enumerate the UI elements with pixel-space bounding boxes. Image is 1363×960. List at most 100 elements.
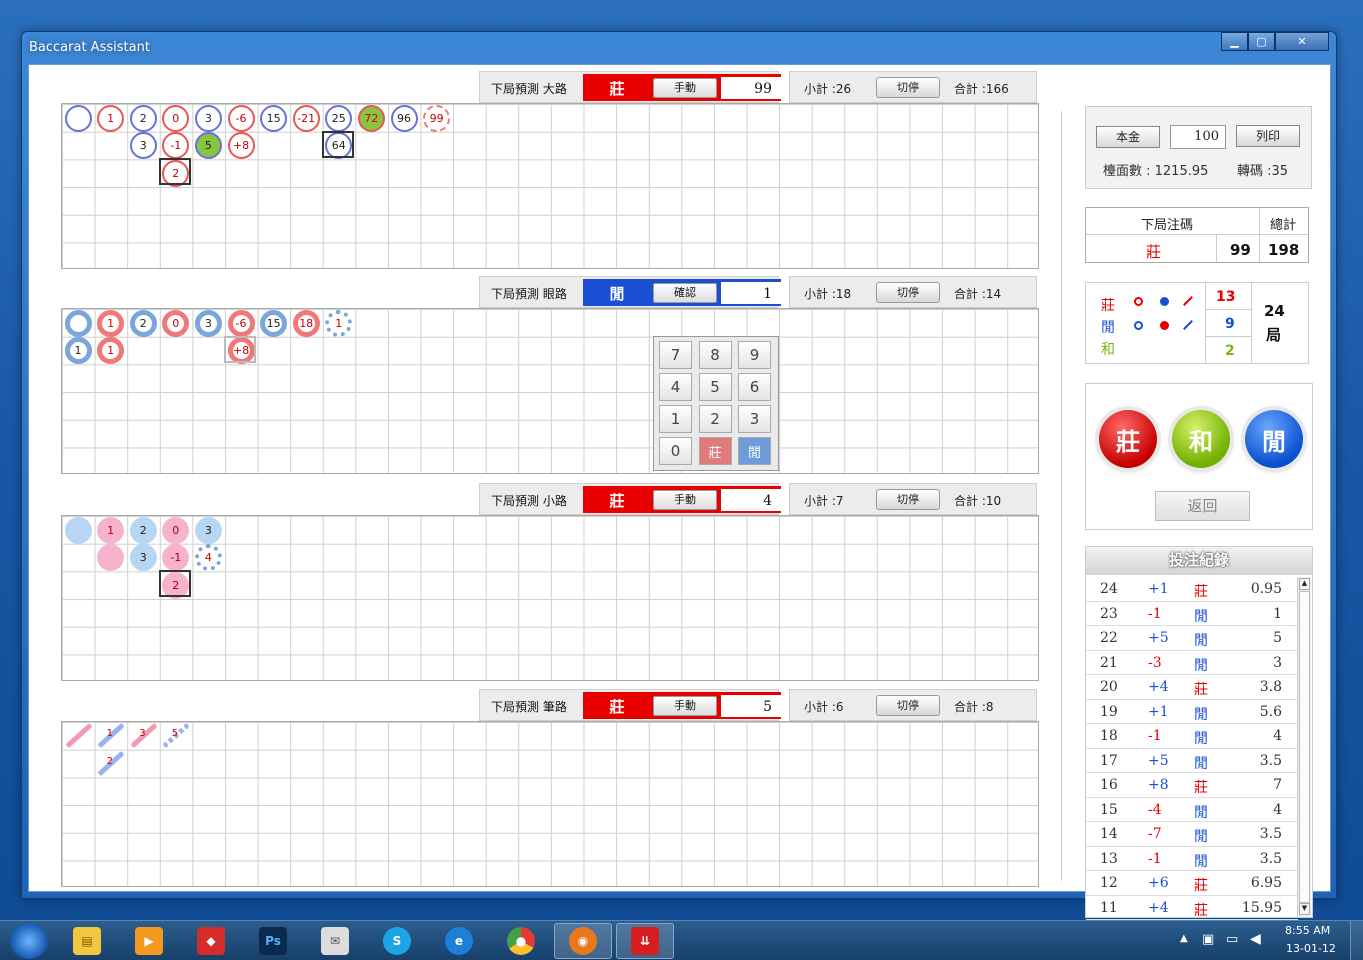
turnover: 轉碼 :35 <box>1237 164 1289 179</box>
tie-button[interactable]: 和 <box>1172 410 1230 468</box>
player-button[interactable]: 閒 <box>1245 410 1303 468</box>
scroll-down-icon[interactable]: ▼ <box>1299 903 1310 915</box>
log-delta: +6 <box>1148 875 1169 891</box>
confirm-button[interactable]: 確認 <box>653 283 717 303</box>
stroke-label: 1 <box>106 728 113 739</box>
bet-log-row[interactable]: 14 -7 閒 3.5 <box>1086 822 1298 847</box>
start-button[interactable] <box>10 923 48 959</box>
log-side: 莊 <box>1194 878 1208 894</box>
keypad-key[interactable]: 1 <box>659 405 692 433</box>
cockroach-road-grid[interactable]: 1 3 5 2 <box>61 721 1039 887</box>
tray-arrow-icon[interactable]: ▲ <box>1180 933 1188 944</box>
mode-button[interactable]: 手動 <box>653 78 717 98</box>
bet-input[interactable]: 5 <box>721 695 781 717</box>
bet-log-row[interactable]: 13 -1 閒 3.5 <box>1086 847 1298 871</box>
stop-button[interactable]: 切停 <box>876 489 940 510</box>
bet-log-row[interactable]: 20 +4 莊 3.8 <box>1086 675 1298 700</box>
app-icon[interactable]: ◆ <box>197 927 225 955</box>
stop-button[interactable]: 切停 <box>876 282 940 303</box>
log-round: 14 <box>1100 826 1118 842</box>
big-road-grid[interactable]: 1 2 0 3 -6 15 -21 25 72 96 99 3 -1 5 +8 64 2 <box>61 103 1039 269</box>
road-bead: 72 <box>357 104 385 132</box>
result-stats-panel: 莊 閒 和 13 9 2 24 局 <box>1085 282 1309 364</box>
clock-time[interactable]: 8:55 AM <box>1285 924 1330 937</box>
log-round: 11 <box>1100 899 1118 916</box>
prediction-bar: 下局預測 眼路 閒 確認 1 <box>479 276 781 308</box>
explorer-icon[interactable]: ▤ <box>73 927 101 955</box>
show-desktop-button[interactable] <box>1350 921 1363 960</box>
mode-button[interactable]: 手動 <box>653 490 717 510</box>
log-scrollbar[interactable]: ▲ ▼ <box>1297 577 1311 917</box>
next-bet-side: 莊 <box>1146 243 1162 261</box>
print-button[interactable]: 列印 <box>1236 125 1300 147</box>
keypad-key[interactable]: 9 <box>738 341 771 369</box>
scroll-up-icon[interactable]: ▲ <box>1299 578 1310 590</box>
mode-button[interactable]: 手動 <box>653 696 717 716</box>
eye-road-grid[interactable]: 1 2 0 3 -6 15 18 1 1 1 +8 <box>61 308 1039 474</box>
bet-log-row[interactable]: 21 -3 閒 3 <box>1086 651 1298 675</box>
keypad-key[interactable]: 閒 <box>738 437 771 465</box>
volume-icon[interactable]: ◀ <box>1250 931 1261 947</box>
bet-log-row[interactable]: 17 +5 閒 3.5 <box>1086 749 1298 773</box>
road-bead: +8 <box>227 132 255 160</box>
road-bead <box>64 309 92 337</box>
firefox-icon[interactable]: ◉ <box>569 927 597 955</box>
log-amount: 4 <box>1273 728 1282 744</box>
bet-log-row[interactable]: 18 -1 閒 4 <box>1086 724 1298 749</box>
stroke-label: 3 <box>139 728 146 739</box>
bet-input[interactable]: 1 <box>721 282 781 304</box>
prediction-label: 下局預測 筆路 <box>491 700 567 714</box>
keypad-key[interactable]: 7 <box>659 341 692 369</box>
bet-log-row[interactable]: 16 +8 莊 7 <box>1086 773 1298 798</box>
subtotal-bar: 小計 :6 切停 合計 :8 <box>789 689 1037 721</box>
log-side: 閒 <box>1194 608 1208 625</box>
bet-log-row[interactable]: 15 -4 閒 4 <box>1086 798 1298 822</box>
back-button[interactable]: 返回 <box>1155 491 1250 521</box>
bet-input[interactable]: 4 <box>721 489 781 511</box>
banker-button[interactable]: 莊 <box>1099 410 1157 468</box>
road-bead: 18 <box>292 309 320 337</box>
bet-input[interactable]: 99 <box>721 77 781 99</box>
keypad-key[interactable]: 莊 <box>698 437 732 465</box>
media-player-icon[interactable]: ▶ <box>135 927 163 955</box>
log-amount: 3.5 <box>1259 826 1282 842</box>
bet-log-row[interactable]: 19 +1 閒 5.6 <box>1086 700 1298 724</box>
bet-log-row[interactable]: 24 +1 莊 0.95 <box>1086 577 1298 602</box>
scroll-thumb[interactable] <box>1299 591 1310 903</box>
stop-button[interactable]: 切停 <box>876 695 940 716</box>
prediction-bar: 下局預測 小路 莊 手動 4 <box>479 483 781 515</box>
minimize-button[interactable]: ▁ <box>1221 32 1248 51</box>
bet-log-row[interactable]: 23 -1 閒 1 <box>1086 602 1298 626</box>
close-button[interactable]: ✕ <box>1275 32 1329 51</box>
principal-button[interactable]: 本金 <box>1096 126 1160 148</box>
small-road-grid[interactable]: 1 2 0 3 3 -1 4 2 <box>61 515 1039 681</box>
clock-date[interactable]: 13-01-12 <box>1286 942 1336 955</box>
network-icon[interactable]: ▭ <box>1226 932 1238 947</box>
maximize-button[interactable]: ▢ <box>1248 32 1275 51</box>
tray-device-icon[interactable]: ▣ <box>1202 932 1214 947</box>
red-slash-icon <box>1183 296 1193 306</box>
photoshop-icon[interactable]: Ps <box>259 927 287 955</box>
keypad-key[interactable]: 4 <box>659 373 692 401</box>
bet-log-row[interactable]: 11 +4 莊 15.95 <box>1086 896 1298 920</box>
hollow-red-icon <box>1134 297 1143 306</box>
principal-input[interactable]: 100 <box>1170 125 1226 149</box>
log-delta: -7 <box>1148 826 1162 842</box>
road-bead <box>64 104 92 132</box>
keypad-key[interactable]: 2 <box>698 405 732 433</box>
keypad-key[interactable]: 0 <box>659 437 692 465</box>
bet-log-row[interactable]: 12 +6 莊 6.95 <box>1086 871 1298 896</box>
baccarat-app-icon[interactable]: ⇊ <box>631 927 659 955</box>
keypad-key[interactable]: 8 <box>698 341 732 369</box>
result-entry-panel: 莊 和 閒 返回 <box>1085 383 1313 530</box>
round-count: 24 <box>1264 302 1285 320</box>
keypad-key[interactable]: 3 <box>738 405 771 433</box>
keypad-key[interactable]: 6 <box>738 373 771 401</box>
chrome-icon[interactable]: ● <box>507 927 535 955</box>
skype-icon[interactable]: S <box>383 927 411 955</box>
bet-log-row[interactable]: 22 +5 閒 5 <box>1086 626 1298 651</box>
mail-icon[interactable]: ✉ <box>321 927 349 955</box>
keypad-key[interactable]: 5 <box>698 373 732 401</box>
stop-button[interactable]: 切停 <box>876 77 940 98</box>
ie-icon[interactable]: e <box>445 927 473 955</box>
